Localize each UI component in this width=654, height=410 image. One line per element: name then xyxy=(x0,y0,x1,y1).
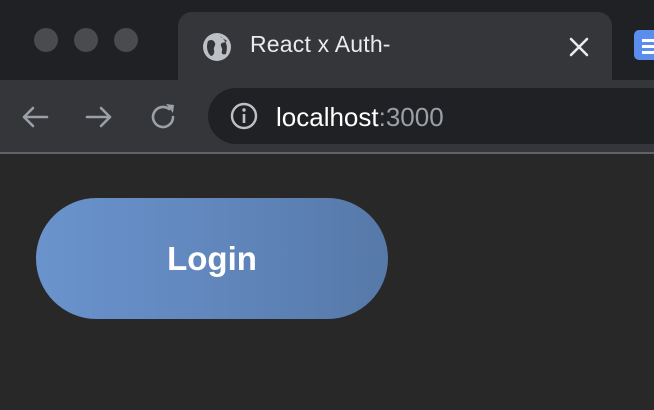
arrow-left-icon[interactable] xyxy=(18,100,52,134)
globe-icon xyxy=(203,33,231,61)
reload-icon[interactable] xyxy=(146,100,180,134)
browser-window: React x Auth- localhost:3000 Login xyxy=(0,0,654,410)
document-icon[interactable] xyxy=(634,30,654,60)
window-minimize-button[interactable] xyxy=(74,28,98,52)
window-close-button[interactable] xyxy=(34,28,58,52)
close-icon[interactable] xyxy=(566,34,592,60)
tab-strip: React x Auth- xyxy=(0,0,654,84)
url-host: localhost xyxy=(276,102,379,132)
login-button[interactable]: Login xyxy=(36,198,388,319)
url-text[interactable]: localhost:3000 xyxy=(276,102,444,133)
browser-toolbar: localhost:3000 xyxy=(0,80,654,153)
window-controls xyxy=(34,28,138,52)
page-content: Login xyxy=(0,154,654,410)
url-port: :3000 xyxy=(378,102,444,132)
tab-title: React x Auth- xyxy=(250,31,391,57)
address-bar[interactable]: localhost:3000 xyxy=(208,88,654,144)
active-tab[interactable]: React x Auth- xyxy=(178,12,612,84)
info-icon[interactable] xyxy=(230,102,258,130)
window-maximize-button[interactable] xyxy=(114,28,138,52)
arrow-right-icon[interactable] xyxy=(82,100,116,134)
